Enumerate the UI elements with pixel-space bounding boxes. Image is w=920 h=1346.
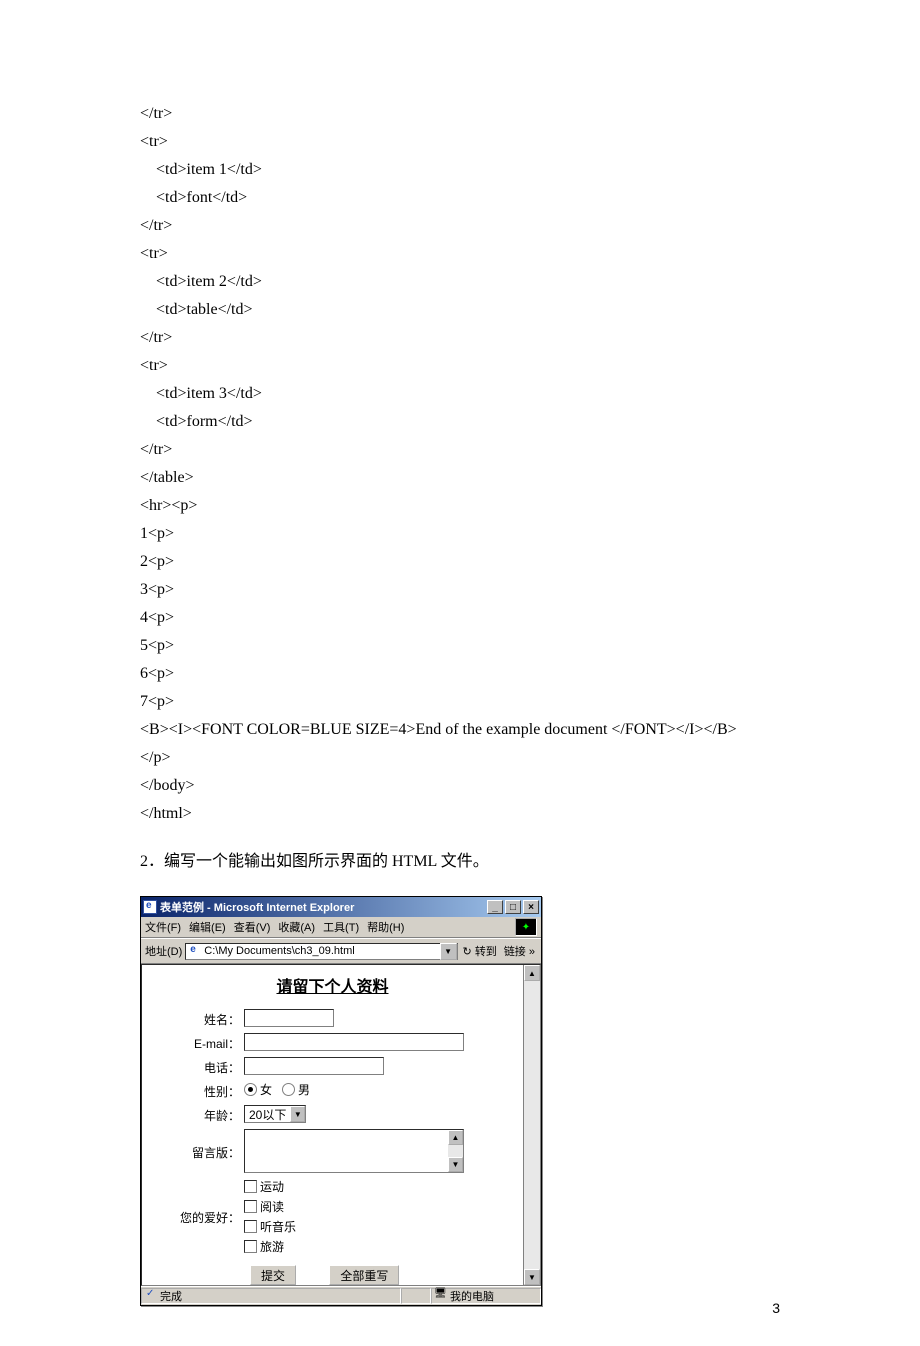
gender-female-radio[interactable]: 女 <box>244 1081 272 1098</box>
minimize-button[interactable]: _ <box>487 900 503 914</box>
question-text: 2．编写一个能输出如图所示界面的 HTML 文件。 <box>140 848 780 876</box>
code-listing: </tr> <tr> <td>item 1</td> <td>font</td>… <box>140 100 780 828</box>
addressbar: 地址(D) C:\My Documents\ch3_09.html ▼ ↻ 转到… <box>141 938 541 964</box>
statusbar: 完成 我的电脑 <box>141 1286 541 1305</box>
content-scrollbar[interactable]: ▲ ▼ <box>523 965 540 1285</box>
gender-male-radio[interactable]: 男 <box>282 1081 310 1098</box>
window-title: 表单范例 - Microsoft Internet Explorer <box>160 899 485 915</box>
reset-button[interactable]: 全部重写 <box>329 1265 399 1285</box>
ie-throbber-icon: ✦ <box>515 918 537 936</box>
submit-button[interactable]: 提交 <box>250 1265 296 1285</box>
address-value: C:\My Documents\ch3_09.html <box>204 945 439 957</box>
checkbox-icon <box>244 1220 257 1233</box>
chevron-down-icon: ▼ <box>290 1106 305 1122</box>
ie-icon <box>143 900 157 914</box>
hobby-music-checkbox[interactable]: 听音乐 <box>244 1218 296 1235</box>
titlebar: 表单范例 - Microsoft Internet Explorer _ □ × <box>141 897 541 917</box>
menu-view[interactable]: 查看(V) <box>234 919 271 935</box>
address-dropdown-icon[interactable]: ▼ <box>440 943 457 960</box>
go-button[interactable]: ↻ 转到 <box>461 943 499 959</box>
age-label: 年龄： <box>150 1105 244 1124</box>
radio-icon <box>244 1083 257 1096</box>
page-icon <box>188 944 202 958</box>
content-area: 请留下个人资料 姓名： E-mail： 电话： 性别： <box>141 964 541 1286</box>
close-button[interactable]: × <box>523 900 539 914</box>
radio-icon <box>282 1083 295 1096</box>
menu-fav[interactable]: 收藏(A) <box>278 919 315 935</box>
menu-help[interactable]: 帮助(H) <box>367 919 404 935</box>
message-textarea[interactable]: ▲ ▼ <box>244 1129 464 1173</box>
form-heading: 请留下个人资料 <box>150 973 515 997</box>
links-label[interactable]: 链接 » <box>502 943 537 959</box>
hobby-travel-checkbox[interactable]: 旅游 <box>244 1238 296 1255</box>
page-number: 3 <box>772 1300 780 1316</box>
textarea-scrollbar[interactable]: ▲ ▼ <box>448 1130 463 1172</box>
ie-window: 表单范例 - Microsoft Internet Explorer _ □ ×… <box>140 896 542 1306</box>
email-input[interactable] <box>244 1033 464 1051</box>
name-label: 姓名： <box>150 1009 244 1028</box>
hobby-reading-checkbox[interactable]: 阅读 <box>244 1198 296 1215</box>
age-select[interactable]: 20以下 ▼ <box>244 1105 306 1123</box>
maximize-button[interactable]: □ <box>505 900 521 914</box>
address-combo[interactable]: C:\My Documents\ch3_09.html ▼ <box>185 943 457 960</box>
checkbox-icon <box>244 1200 257 1213</box>
name-input[interactable] <box>244 1009 334 1027</box>
gender-label: 性别： <box>150 1081 244 1100</box>
checkbox-icon <box>244 1180 257 1193</box>
go-icon: ↻ <box>463 946 472 958</box>
age-selected-value: 20以下 <box>245 1106 290 1123</box>
scroll-down-icon[interactable]: ▼ <box>524 1269 540 1285</box>
done-icon <box>145 1290 157 1302</box>
hobby-label: 您的爱好： <box>150 1207 244 1226</box>
menu-file[interactable]: 文件(F) <box>145 919 181 935</box>
scroll-track[interactable] <box>524 981 540 1269</box>
email-label: E-mail： <box>150 1033 244 1052</box>
phone-input[interactable] <box>244 1057 384 1075</box>
menubar: 文件(F) 编辑(E) 查看(V) 收藏(A) 工具(T) 帮助(H) ✦ <box>141 917 541 938</box>
scroll-up-icon[interactable]: ▲ <box>524 965 540 981</box>
menu-tools[interactable]: 工具(T) <box>323 919 359 935</box>
message-label: 留言版： <box>150 1142 244 1161</box>
scroll-down-icon[interactable]: ▼ <box>448 1157 463 1172</box>
checkbox-icon <box>244 1240 257 1253</box>
scroll-up-icon[interactable]: ▲ <box>448 1130 463 1145</box>
computer-icon <box>435 1290 447 1302</box>
address-label: 地址(D) <box>145 943 182 959</box>
hobby-sport-checkbox[interactable]: 运动 <box>244 1178 296 1195</box>
phone-label: 电话： <box>150 1057 244 1076</box>
menu-edit[interactable]: 编辑(E) <box>189 919 226 935</box>
